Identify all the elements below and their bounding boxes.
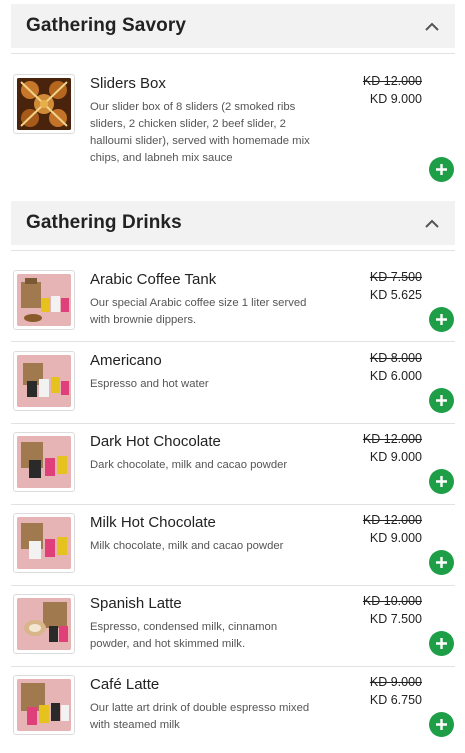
- add-to-cart-button[interactable]: [429, 550, 454, 575]
- menu-item-americano[interactable]: Americano Espresso and hot water KD 8.00…: [11, 343, 455, 424]
- item-old-price: KD 10.000: [362, 594, 422, 608]
- menu-item-milk-hot-chocolate[interactable]: Milk Hot Chocolate Milk chocolate, milk …: [11, 505, 455, 586]
- item-image: [13, 74, 75, 134]
- item-price: KD 9.000: [369, 450, 422, 464]
- item-description: Espresso and hot water: [90, 378, 209, 390]
- item-old-price: KD 7.500: [369, 270, 422, 284]
- item-name: Sliders Box: [90, 75, 166, 92]
- item-name: Milk Hot Chocolate: [90, 514, 216, 531]
- plus-icon: [436, 314, 447, 325]
- item-old-price: KD 8.000: [369, 351, 422, 365]
- plus-icon: [436, 164, 447, 175]
- menu-item-arabic-coffee-tank[interactable]: Arabic Coffee Tank Our special Arabic co…: [11, 262, 455, 342]
- item-description: Our slider box of 8 sliders (2 smoked ri…: [90, 101, 310, 164]
- item-price: KD 5.625: [369, 288, 422, 302]
- item-old-price: KD 12.000: [362, 432, 422, 446]
- chevron-up-icon[interactable]: [425, 219, 439, 233]
- item-price: KD 6.750: [369, 693, 422, 707]
- item-name: Café Latte: [90, 676, 160, 693]
- item-image: [13, 675, 75, 735]
- item-image: [13, 432, 75, 492]
- add-to-cart-button[interactable]: [429, 631, 454, 656]
- add-to-cart-button[interactable]: [429, 712, 454, 737]
- item-description: Our special Arabic coffee size 1 liter s…: [90, 297, 307, 326]
- item-description: Our latte art drink of double espresso m…: [90, 702, 310, 731]
- item-image: [13, 351, 75, 411]
- plus-icon: [436, 557, 447, 568]
- plus-icon: [436, 638, 447, 649]
- item-price: KD 6.000: [369, 369, 422, 383]
- add-to-cart-button[interactable]: [429, 388, 454, 413]
- item-description: Espresso, condensed milk, cinnamon powde…: [90, 621, 278, 650]
- section-title: Gathering Drinks: [26, 212, 182, 233]
- section-header-gathering-drinks[interactable]: Gathering Drinks: [11, 201, 455, 245]
- section-header-gathering-savory[interactable]: Gathering Savory: [11, 4, 455, 48]
- section-title: Gathering Savory: [26, 15, 186, 36]
- item-old-price: KD 9.000: [369, 675, 422, 689]
- plus-icon: [436, 476, 447, 487]
- menu-item-cafe-latte[interactable]: Café Latte Our latte art drink of double…: [11, 667, 455, 753]
- item-name: Dark Hot Chocolate: [90, 433, 221, 450]
- item-description: Milk chocolate, milk and cacao powder: [90, 540, 284, 552]
- add-to-cart-button[interactable]: [429, 469, 454, 494]
- add-to-cart-button[interactable]: [429, 307, 454, 332]
- item-price: KD 9.000: [369, 92, 422, 106]
- item-name: Arabic Coffee Tank: [90, 271, 217, 288]
- item-name: Spanish Latte: [90, 595, 182, 612]
- menu-item-spanish-latte[interactable]: Spanish Latte Espresso, condensed milk, …: [11, 586, 455, 667]
- item-image: [13, 513, 75, 573]
- item-description: Dark chocolate, milk and cacao powder: [90, 459, 288, 471]
- plus-icon: [436, 395, 447, 406]
- item-old-price: KD 12.000: [362, 74, 422, 88]
- item-old-price: KD 12.000: [362, 513, 422, 527]
- item-name: Americano: [90, 352, 162, 369]
- item-price: KD 7.500: [369, 612, 422, 626]
- section-divider: [11, 250, 455, 251]
- item-price: KD 9.000: [369, 531, 422, 545]
- item-image: [13, 270, 75, 330]
- menu-item-dark-hot-chocolate[interactable]: Dark Hot Chocolate Dark chocolate, milk …: [11, 424, 455, 505]
- add-to-cart-button[interactable]: [429, 157, 454, 182]
- chevron-up-icon[interactable]: [425, 22, 439, 36]
- section-divider: [11, 53, 455, 54]
- menu-item-sliders-box[interactable]: Sliders Box Our slider box of 8 sliders …: [11, 66, 455, 188]
- plus-icon: [436, 719, 447, 730]
- item-image: [13, 594, 75, 654]
